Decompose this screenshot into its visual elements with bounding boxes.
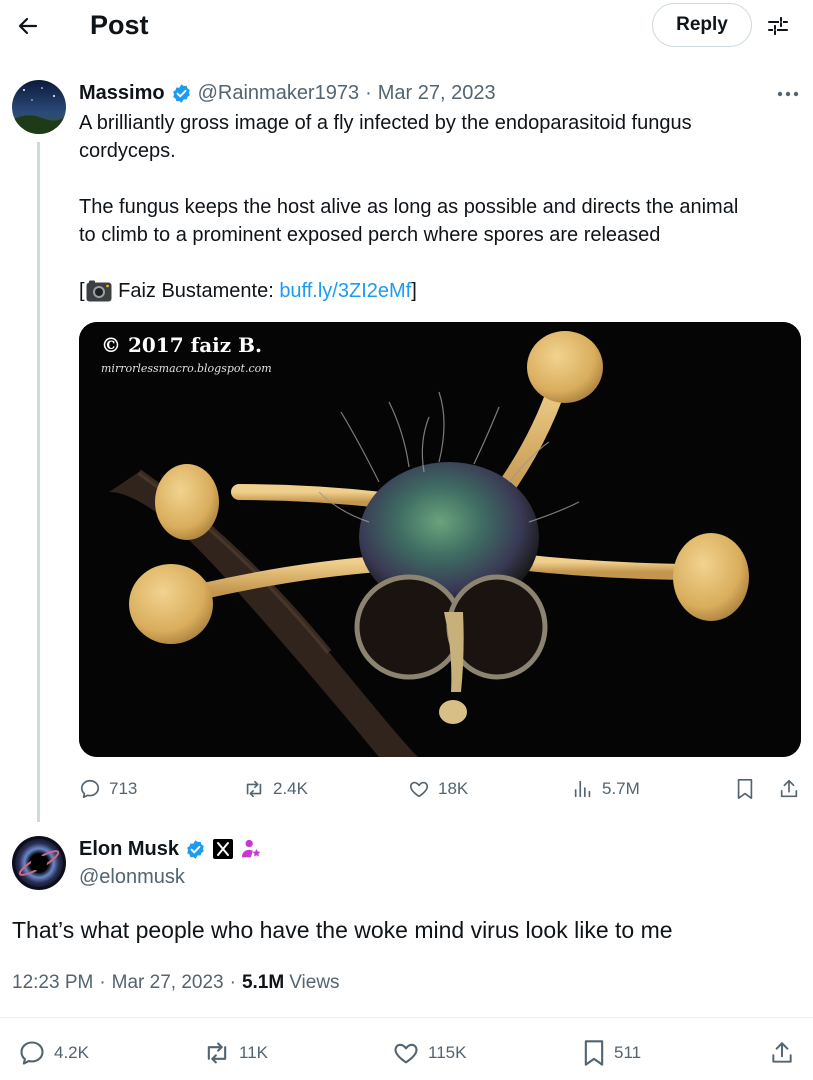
reply-button[interactable]: Reply <box>652 3 752 47</box>
post-date[interactable]: Mar 27, 2023 <box>378 82 496 105</box>
post-text-line: to climb to a prominent exposed perch wh… <box>79 224 661 246</box>
post-time[interactable]: 12:23 PM <box>12 970 93 996</box>
views-label: Views <box>289 972 340 993</box>
camera-icon <box>86 280 112 302</box>
like-count: 115K <box>428 1043 467 1062</box>
views-count: 5.1M <box>241 972 285 993</box>
divider <box>0 1017 813 1018</box>
quoted-post-header: Massimo @Rainmaker1973 · Mar 27, 2023 <box>79 80 496 106</box>
bookmark-icon <box>584 1040 604 1066</box>
avatar[interactable] <box>12 80 66 134</box>
repost-count-button[interactable]: 2.4K <box>243 776 308 802</box>
share-icon <box>780 779 798 798</box>
photo-credit: [ Faiz Bustamente: buff.ly/3ZI2eMf ] <box>79 277 417 305</box>
bookmark-count: 511 <box>614 1043 642 1062</box>
bookmark-icon <box>737 779 753 799</box>
like-icon <box>394 1043 418 1064</box>
reply-icon <box>80 779 100 799</box>
verified-badge-icon <box>172 83 190 103</box>
back-arrow-icon <box>18 17 38 35</box>
views-summary: 5.1M Views <box>242 970 340 996</box>
more-icon <box>777 91 799 97</box>
like-count-button[interactable]: 18K <box>408 776 468 802</box>
separator: · <box>229 972 236 993</box>
bookmark-count-button[interactable]: 511 <box>582 1038 641 1068</box>
main-post-text: That’s what people who have the woke min… <box>12 917 673 943</box>
reply-count-button[interactable]: 4.2K <box>18 1038 89 1068</box>
reply-count: 4.2K <box>54 1043 89 1062</box>
page-title: Post <box>90 10 149 40</box>
separator: · <box>365 81 372 104</box>
verified-badge-icon <box>187 839 204 859</box>
post-meta: 12:23 PM · Mar 27, 2023 · 5.1M Views <box>12 970 340 996</box>
separator: · <box>99 972 106 993</box>
repost-count-button[interactable]: 11K <box>203 1038 268 1068</box>
back-button[interactable] <box>8 6 48 46</box>
avatar[interactable] <box>12 836 66 890</box>
display-name[interactable]: Elon Musk <box>79 838 179 861</box>
post-image[interactable]: © 2017 faiz B. mirrorlessmacro.blogspot.… <box>79 322 801 757</box>
post-text-line: The fungus keeps the host alive as long … <box>79 196 739 218</box>
like-count: 18K <box>438 779 469 798</box>
x-affiliate-icon[interactable] <box>212 838 234 860</box>
thread-line <box>37 142 40 822</box>
display-name[interactable]: Massimo <box>79 82 165 105</box>
reply-count-button[interactable]: 713 <box>79 776 137 802</box>
reply-icon <box>20 1041 44 1065</box>
post-text-line: A brilliantly gross image of a fly infec… <box>79 112 692 134</box>
repost-count: 11K <box>239 1043 268 1062</box>
views-count-button[interactable]: 5.7M <box>572 776 640 802</box>
image-watermark-title: © 2017 faiz B. <box>101 333 262 357</box>
views-count: 5.7M <box>602 779 640 798</box>
share-button[interactable] <box>766 1038 798 1068</box>
views-icon <box>574 780 591 798</box>
bookmark-button[interactable] <box>732 776 758 802</box>
share-button[interactable] <box>776 776 802 802</box>
credit-link[interactable]: buff.ly/3ZI2eMf <box>279 277 411 305</box>
repost-icon <box>246 780 262 798</box>
reply-count: 713 <box>109 779 138 798</box>
post-date[interactable]: Mar 27, 2023 <box>112 970 224 996</box>
settings-button[interactable] <box>758 6 798 46</box>
credit-close-bracket: ] <box>411 280 417 302</box>
handle[interactable]: @Rainmaker1973 <box>198 82 360 105</box>
like-count-button[interactable]: 115K <box>392 1038 466 1068</box>
settings-sliders-icon <box>768 17 788 35</box>
repost-count: 2.4K <box>273 779 308 798</box>
image-watermark-url: mirrorlessmacro.blogspot.com <box>101 362 272 375</box>
post-text-line: cordyceps. <box>79 140 176 162</box>
fly-fungus-image: © 2017 faiz B. mirrorlessmacro.blogspot.… <box>79 322 801 757</box>
like-icon <box>409 781 429 798</box>
credit-open-bracket: [ <box>79 280 85 302</box>
credit-name: Faiz Bustamente: <box>112 280 280 302</box>
person-star-icon[interactable] <box>240 838 262 860</box>
more-button[interactable] <box>770 80 806 108</box>
share-icon <box>772 1042 792 1063</box>
main-post-header: Elon Musk <box>79 836 262 862</box>
handle[interactable]: @elonmusk <box>79 864 185 890</box>
repost-icon <box>207 1042 227 1064</box>
